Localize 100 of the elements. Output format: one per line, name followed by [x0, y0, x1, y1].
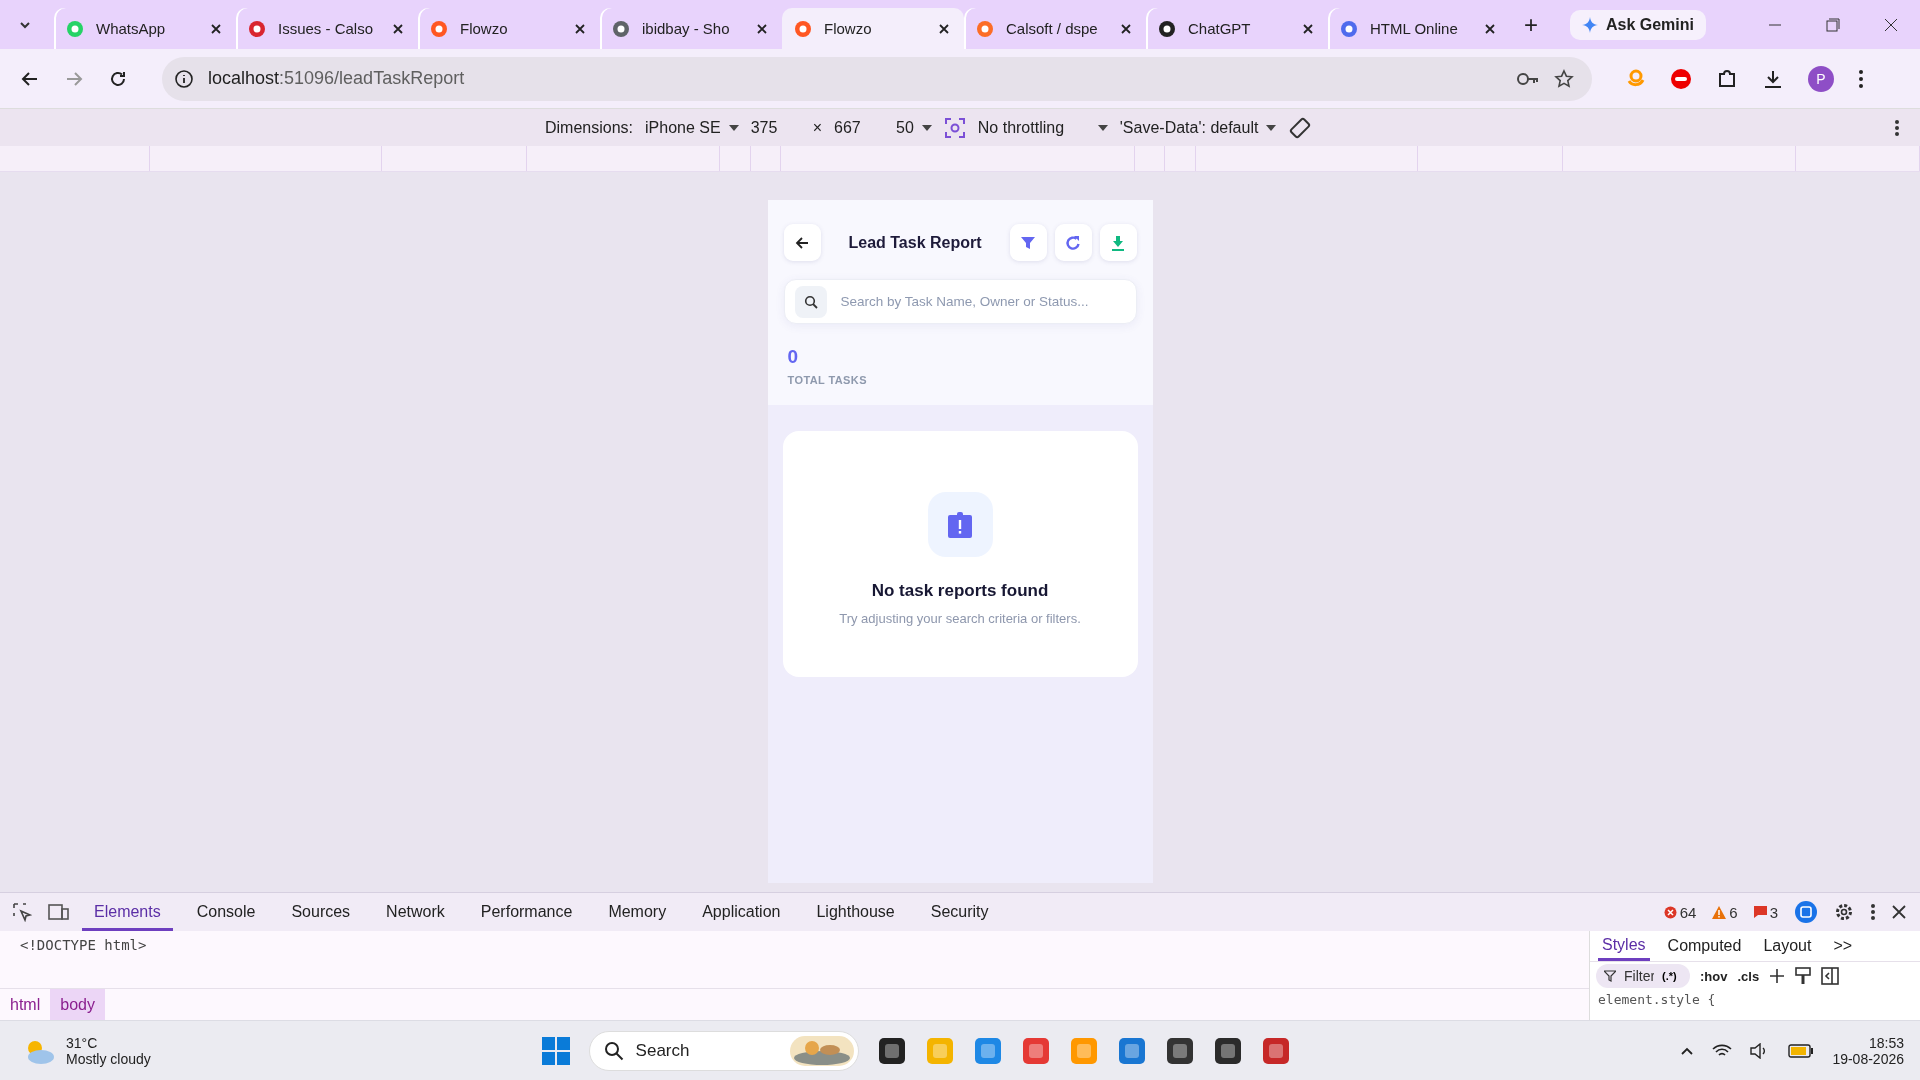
breadcrumb[interactable]: html [0, 989, 51, 1020]
download-button[interactable] [1099, 224, 1137, 261]
close-icon[interactable] [1120, 22, 1132, 35]
more-icon[interactable] [1858, 68, 1864, 89]
browser-tab[interactable]: Issues - Calso [236, 8, 418, 49]
devtools-tab[interactable]: Network [374, 893, 457, 931]
more-icon[interactable] [1894, 118, 1900, 137]
device-toggle-icon[interactable] [48, 902, 70, 922]
close-icon[interactable] [938, 22, 950, 35]
save-data-dropdown[interactable]: 'Save-Data': default [1119, 118, 1277, 137]
throttling-dropdown[interactable]: No throttling [977, 118, 1108, 137]
windows-logo-icon[interactable] [540, 1035, 571, 1066]
tab-title: Issues - Calso [278, 20, 375, 37]
back-arrow-icon [794, 234, 810, 251]
close-icon[interactable] [574, 22, 586, 35]
devtools-tab[interactable]: Application [690, 893, 793, 931]
browser-tab[interactable]: Flowzo [782, 8, 964, 49]
close-icon[interactable] [210, 22, 222, 35]
styles-pane-tab[interactable]: Layout [1759, 931, 1816, 961]
site-icon [248, 19, 266, 38]
close-icon[interactable] [392, 22, 404, 35]
clock-date[interactable]: 19-08-2026 [1832, 1050, 1904, 1067]
more-icon[interactable] [1870, 903, 1876, 921]
info-icon [174, 68, 194, 89]
clock-time[interactable]: 18:53 [1868, 1034, 1904, 1051]
class-button[interactable]: .cls [1737, 968, 1760, 984]
close-icon[interactable] [756, 22, 768, 35]
empty-message: Try adjusting your search criteria or filters. [839, 611, 1081, 626]
browser-tab[interactable]: Flowzo [418, 8, 600, 49]
filter-field[interactable]: Filter [1622, 967, 1656, 985]
regex-toggle[interactable]: (.*) [1662, 970, 1677, 982]
task-count: 0 [786, 346, 799, 368]
tab-title: WhatsApp [96, 20, 167, 37]
devtools-tab[interactable]: Security [918, 893, 1001, 931]
refresh-icon [1065, 234, 1081, 251]
devtools-tab[interactable]: Console [184, 893, 268, 931]
devtools-tab[interactable]: Performance [468, 893, 585, 931]
tab-title: HTML Online [1370, 20, 1459, 37]
doctype-line: <!DOCTYPE html> [19, 936, 148, 955]
site-icon [430, 19, 448, 38]
styles-pane-tab[interactable]: Styles [1598, 931, 1650, 961]
hover-state-button[interactable]: :hov [1700, 968, 1728, 984]
filter-icon [1020, 234, 1036, 251]
ask-gemini-button[interactable]: Ask Gemini [1569, 9, 1706, 40]
zoom-dropdown[interactable]: 50 [896, 118, 932, 137]
devtools-tab[interactable]: Memory [596, 893, 679, 931]
height-field[interactable]: 667 [834, 118, 884, 137]
battery-icon[interactable] [1788, 1043, 1815, 1058]
search-icon [603, 1040, 624, 1061]
site-icon [612, 19, 630, 38]
star-icon[interactable] [1554, 68, 1574, 89]
restore-icon[interactable] [1826, 17, 1840, 32]
inspect-icon[interactable] [12, 902, 32, 922]
refresh-button[interactable] [1054, 224, 1092, 261]
message-icon [1753, 906, 1767, 918]
profile-avatar[interactable]: P [1808, 65, 1834, 92]
plus-icon[interactable] [1769, 968, 1786, 984]
warning-count[interactable]: 6 [1712, 903, 1738, 921]
close-icon[interactable] [1884, 17, 1898, 32]
close-icon[interactable] [1892, 905, 1906, 919]
back-button[interactable] [783, 224, 821, 261]
error-icon [1663, 905, 1677, 919]
address-bar[interactable]: localhost:51096/leadTaskReport [162, 56, 1592, 101]
styles-pane-tab[interactable]: Computed [1663, 931, 1746, 961]
sparkle-icon [1581, 16, 1598, 33]
settings-icon[interactable] [1834, 902, 1854, 922]
tab-title: ChatGPT [1188, 20, 1252, 37]
tab-title: Calsoft / dspe [1006, 20, 1099, 37]
browser-tab[interactable]: ChatGPT [1146, 8, 1328, 49]
search-bar[interactable]: Search by Task Name, Owner or Status... [783, 279, 1137, 324]
style-rule: element.style { [1597, 991, 1717, 1007]
device-dropdown[interactable]: iPhone SE [645, 118, 739, 137]
taskbar-search-bar[interactable]: Search [588, 1030, 859, 1071]
search-field[interactable]: Search by Task Name, Owner or Status... [838, 293, 1126, 310]
temperature: 31°C [66, 1034, 99, 1051]
close-icon[interactable] [1302, 22, 1314, 35]
devtools-tab[interactable]: Sources [279, 893, 363, 931]
tab-title: Flowzo [460, 20, 509, 37]
breadcrumb[interactable]: body [50, 989, 105, 1020]
width-field[interactable]: 375 [750, 118, 801, 137]
screenshot-icon[interactable] [943, 116, 966, 139]
error-count[interactable]: 64 [1663, 903, 1697, 921]
sidebar-toggle-icon[interactable] [1821, 967, 1840, 985]
devtools-tab[interactable]: Lighthouse [804, 893, 907, 931]
more-tabs-button[interactable]: >> [1829, 931, 1857, 961]
paint-brush-icon[interactable] [1795, 967, 1812, 985]
extension-icon[interactable] [1670, 67, 1692, 90]
browser-tab[interactable]: Calsoft / dspe [964, 8, 1146, 49]
browser-tab[interactable]: WhatsApp [54, 8, 236, 49]
assistant-icon[interactable] [1794, 900, 1818, 924]
issue-count[interactable]: 3 [1753, 903, 1778, 921]
close-icon[interactable] [1484, 22, 1496, 35]
empty-title: No task reports found [871, 581, 1049, 601]
new-tab-button[interactable]: + [1524, 10, 1538, 39]
browser-tab[interactable]: ibidbay - Sho [600, 8, 782, 49]
site-icon [66, 19, 84, 38]
filter-button[interactable] [1009, 224, 1047, 261]
page-title: Lead Task Report [847, 233, 983, 252]
filter-bar[interactable]: Filter (.*) [1596, 964, 1690, 988]
browser-tab[interactable]: HTML Online [1328, 8, 1510, 49]
